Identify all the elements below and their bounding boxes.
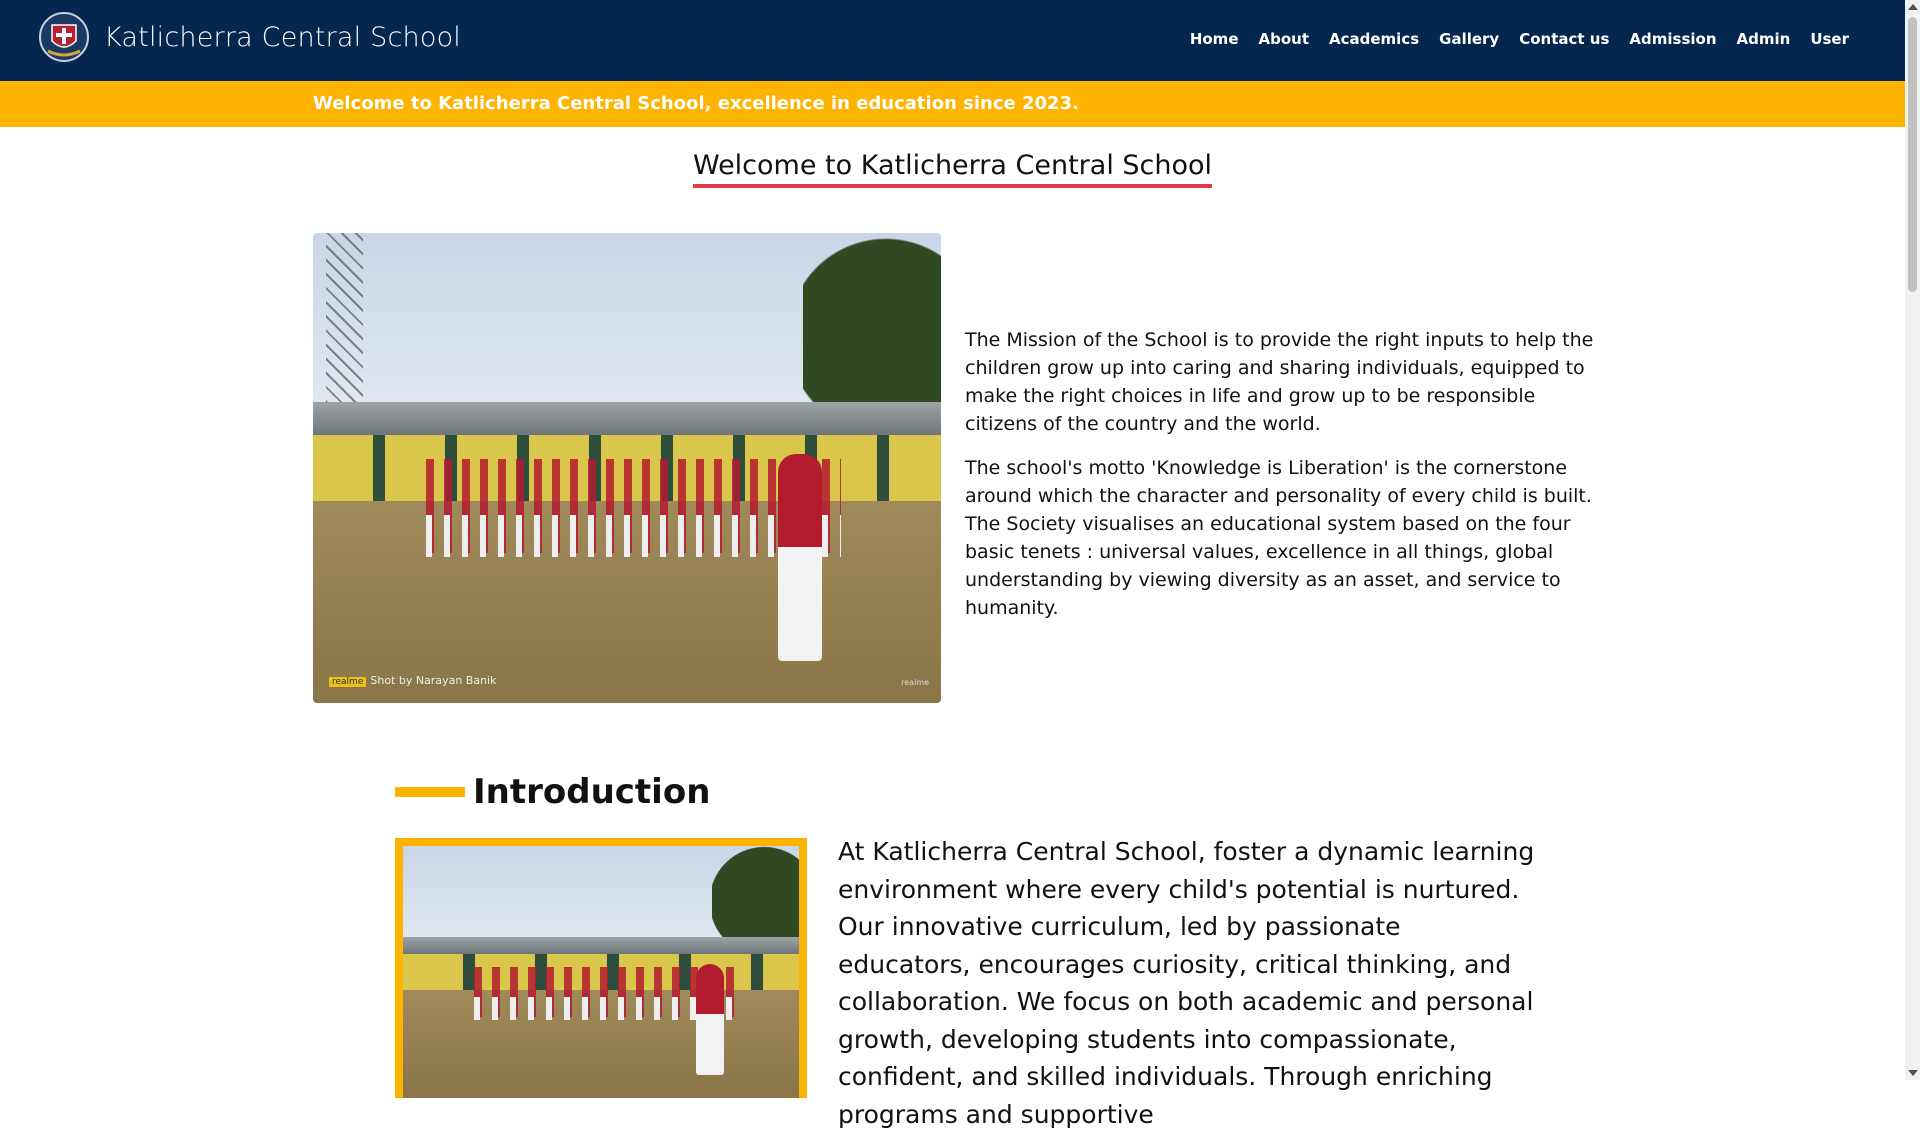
heading-accent-bar xyxy=(395,787,465,797)
photo-foreground-student xyxy=(777,453,822,661)
mission-text: The Mission of the School is to provide … xyxy=(965,326,1595,638)
introduction-title: Introduction xyxy=(473,772,711,812)
scroll-down-icon[interactable] xyxy=(1908,1070,1918,1076)
navbar: Katlicherra Central School Home About Ac… xyxy=(0,0,1905,81)
site-brand[interactable]: Katlicherra Central School xyxy=(104,22,461,53)
school-assembly-photo: realme Shot by Narayan Banik realme xyxy=(313,233,941,703)
welcome-section-title-wrap: Welcome to Katlicherra Central School xyxy=(0,150,1905,188)
welcome-title: Welcome to Katlicherra Central School xyxy=(692,150,1213,188)
introduction-text: At Katlicherra Central School, foster a … xyxy=(838,837,1535,1129)
announcement-bar: Welcome to Katlicherra Central School, e… xyxy=(0,81,1905,127)
announcement-text: Welcome to Katlicherra Central School, e… xyxy=(313,93,1079,114)
nav-gallery[interactable]: Gallery xyxy=(1439,30,1499,48)
intro-photo-roof xyxy=(403,936,799,955)
scrollbar-thumb[interactable] xyxy=(1908,17,1917,292)
scroll-up-icon[interactable] xyxy=(1908,4,1918,10)
nav-home[interactable]: Home xyxy=(1190,30,1239,48)
photo-watermark-tag: realme xyxy=(329,677,367,687)
motto-paragraph: The school's motto 'Knowledge is Liberat… xyxy=(965,457,1592,619)
main-nav: Home About Academics Gallery Contact us … xyxy=(1170,30,1849,48)
nav-user[interactable]: User xyxy=(1810,30,1849,48)
introduction-photo xyxy=(395,838,807,1098)
nav-admin[interactable]: Admin xyxy=(1737,30,1791,48)
nav-admission[interactable]: Admission xyxy=(1629,30,1716,48)
photo-watermark-caption: Shot by Narayan Banik xyxy=(370,674,497,687)
page-scrollbar[interactable] xyxy=(1905,0,1920,1080)
nav-about[interactable]: About xyxy=(1259,30,1310,48)
school-crest-icon[interactable] xyxy=(38,11,90,63)
photo-brand-mark: realme xyxy=(901,678,929,687)
introduction-heading: Introduction xyxy=(395,772,710,812)
nav-contact[interactable]: Contact us xyxy=(1519,30,1609,48)
introduction-photo-inner xyxy=(403,846,799,1098)
photo-roof xyxy=(313,402,941,436)
intro-photo-foreground-student xyxy=(696,964,724,1076)
nav-academics[interactable]: Academics xyxy=(1329,30,1419,48)
photo-watermark: realme Shot by Narayan Banik xyxy=(329,674,496,687)
mission-paragraph: The Mission of the School is to provide … xyxy=(965,329,1594,435)
